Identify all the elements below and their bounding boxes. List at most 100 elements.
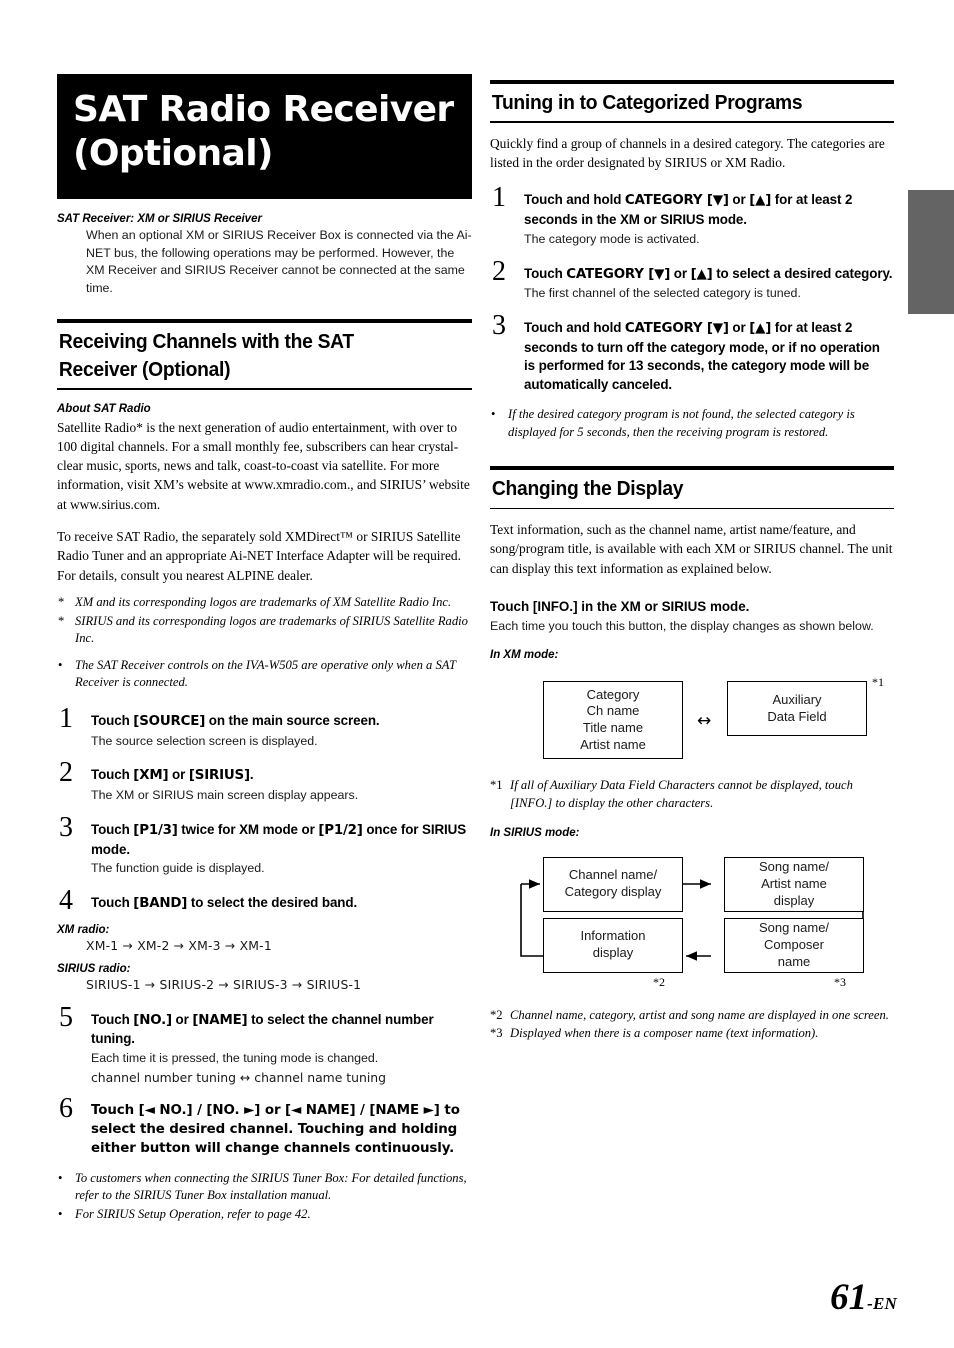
about-sat-radio-para1: Satellite Radio* is the next generation … <box>57 419 470 512</box>
xm-mode-label: In XM mode: <box>490 649 559 662</box>
note-marker: * <box>58 594 65 609</box>
xm-mode-diagram: Category Ch name Title name Artist name … <box>490 673 894 771</box>
changing-display-section: Changing the Display <box>490 466 894 510</box>
category-down-key: CATEGORY [▼] <box>624 320 729 336</box>
step-key-2: [NAME] <box>192 1012 248 1028</box>
step-number: 2 <box>492 255 506 287</box>
note-marker: * <box>58 613 65 628</box>
step-body-secondary: channel number tuning ↔ channel name tun… <box>91 1069 387 1085</box>
step-number: 2 <box>59 757 73 789</box>
step-body: The function guide is displayed. <box>91 861 265 876</box>
xm-box-right-line2: Data Field <box>767 708 827 724</box>
sirius-box-tr-line2: Artist name <box>761 875 827 891</box>
xm-diagram-bidirectional-arrow-icon: ↔ <box>697 711 712 732</box>
category-up-key: [▲] <box>749 193 772 209</box>
step-title-post: . <box>249 767 254 783</box>
left-column: SAT Radio Receiver (Optional) SAT Receiv… <box>57 74 472 1225</box>
right-column: Tuning in to Categorized Programs Quickl… <box>490 80 894 1043</box>
touch-info-pre: Touch <box>490 599 533 614</box>
sat-receiver-intro-text: When an optional XM or SIRIUS Receiver B… <box>86 228 472 295</box>
step-title-pre: Touch <box>524 265 567 281</box>
step-title-pre: Touch and hold <box>524 192 625 208</box>
receiver-control-note: • The SAT Receiver controls on the IVA-W… <box>57 657 472 692</box>
xm-diagram-box-right: Auxiliary Data Field <box>727 681 867 737</box>
step-key: [SOURCE] <box>133 714 206 730</box>
xm-box-left-line3: Title name <box>582 720 644 736</box>
trademark-note: * SIRIUS and its corresponding logos are… <box>57 613 472 648</box>
step-title-post: on the main source screen. <box>205 713 380 729</box>
about-sat-radio-subheading: About SAT Radio <box>57 402 151 415</box>
chapter-title-block: SAT Radio Receiver (Optional) <box>57 74 472 199</box>
footnote-marker: *3 <box>490 1026 503 1041</box>
step-number: 1 <box>59 703 73 735</box>
xm-diagram-box-left: Category Ch name Title name Artist name <box>543 681 683 760</box>
step-title-mid: or <box>171 1011 193 1027</box>
touch-info-body: Each time you touch this button, the dis… <box>490 618 874 633</box>
step-body: The category mode is activated. <box>524 231 700 246</box>
sirius-box-tl-line1: Channel name/ <box>568 867 658 883</box>
xm-box-left-line1: Category <box>586 686 640 702</box>
tuning-categorized-section: Tuning in to Categorized Programs <box>490 80 894 123</box>
footnote-text: Displayed when there is a composer name … <box>510 1026 819 1041</box>
page-number-value: 61 <box>830 1277 868 1318</box>
step-number: 6 <box>59 1093 73 1125</box>
step-title-pre: Touch <box>91 713 134 729</box>
sirius-footnote-3: *3 Displayed when there is a composer na… <box>490 1025 894 1043</box>
sirius-box-br-line2: Composer <box>764 936 824 952</box>
sirius-box-bl-line1: Information <box>580 928 646 944</box>
page-number-suffix: -EN <box>867 1294 897 1313</box>
category-step-3: 3 Touch and hold CATEGORY [▼] or [▲] for… <box>490 311 894 395</box>
receiving-channels-section: Receiving Channels with the SAT Receiver… <box>57 319 472 390</box>
step-title: Touch [SOURCE] on the main source screen… <box>91 712 472 732</box>
sirius-box-tr-line1: Song name/ <box>758 858 830 874</box>
about-sat-radio-para2: To receive SAT Radio, the separately sol… <box>57 529 461 583</box>
note-marker: • <box>58 1170 63 1185</box>
step-title-pre: Touch <box>91 767 134 783</box>
step-title-mid: twice for XM mode or <box>177 821 319 837</box>
xm-radio-band-label: XM radio: <box>57 923 110 936</box>
touch-info-post: in the XM or SIRIUS mode. <box>577 599 750 614</box>
step-key-2: [P1/2] <box>318 822 363 838</box>
step-title-mid: or <box>670 265 691 281</box>
category-down-key: CATEGORY [▼] <box>566 266 671 282</box>
note-marker: • <box>58 1206 63 1221</box>
sirius-diagram-box-bottom-right: Song name/ Composer name <box>724 917 864 973</box>
step-number: 4 <box>59 884 73 916</box>
category-note: • If the desired category program is not… <box>490 406 894 441</box>
step-title: Touch [NO.] or [NAME] to select the chan… <box>91 1011 472 1050</box>
step-number: 3 <box>492 309 506 341</box>
step-title: Touch [◄ NO.] / [NO. ►] or [◄ NAME] / [N… <box>91 1103 460 1156</box>
info-key: [INFO.] <box>532 599 578 614</box>
category-not-found-note: • If the desired category program is not… <box>490 406 894 441</box>
sirius-diagram-box-top-right: Song name/ Artist name display <box>724 856 864 912</box>
step-number: 5 <box>59 1001 73 1033</box>
xm-box-left-line2: Ch name <box>586 703 640 719</box>
step-number: 1 <box>492 182 506 214</box>
note-text: XM and its corresponding logos are trade… <box>75 594 452 609</box>
trademark-note: * XM and its corresponding logos are tra… <box>57 594 472 612</box>
step-title-post: to select a desired category. <box>712 265 893 281</box>
note-text: The SAT Receiver controls on the IVA-W50… <box>75 657 456 690</box>
page-number: 61-EN <box>830 1279 897 1316</box>
step-key: [XM] <box>133 768 169 784</box>
sirius-setup-note: • For SIRIUS Setup Operation, refer to p… <box>57 1206 472 1224</box>
step-title-mid: or <box>728 319 750 335</box>
step-title-post: to select the desired band. <box>187 894 358 910</box>
category-up-key: [▲] <box>690 266 713 282</box>
step-title: Touch and hold CATEGORY [▼] or [▲] for a… <box>524 191 894 230</box>
step-3: 3 Touch [P1/3] twice for XM mode or [P1/… <box>57 813 472 878</box>
xm-diagram-footnote-marker-1: *1 <box>872 675 884 690</box>
category-up-key: [▲] <box>749 320 772 336</box>
category-down-key: CATEGORY [▼] <box>624 193 729 209</box>
sirius-radio-band-sequence: SIRIUS-1 → SIRIUS-2 → SIRIUS-3 → SIRIUS-… <box>86 976 362 992</box>
step-title: Touch [BAND] to select the desired band. <box>91 894 472 914</box>
receiving-channels-heading-line1: Receiving Channels with the SAT <box>58 330 354 354</box>
sirius-box-bl-line2: display <box>592 945 634 961</box>
section-rule-bottom <box>490 121 894 123</box>
step-body: The first channel of the selected catego… <box>524 286 801 301</box>
step-body: The source selection screen is displayed… <box>91 733 318 748</box>
footnote-text: If all of Auxiliary Data Field Character… <box>510 778 853 810</box>
step-key: [P1/3] <box>133 822 178 838</box>
sirius-box-br-line3: name <box>777 953 811 969</box>
footnote-marker: *1 <box>490 778 503 793</box>
